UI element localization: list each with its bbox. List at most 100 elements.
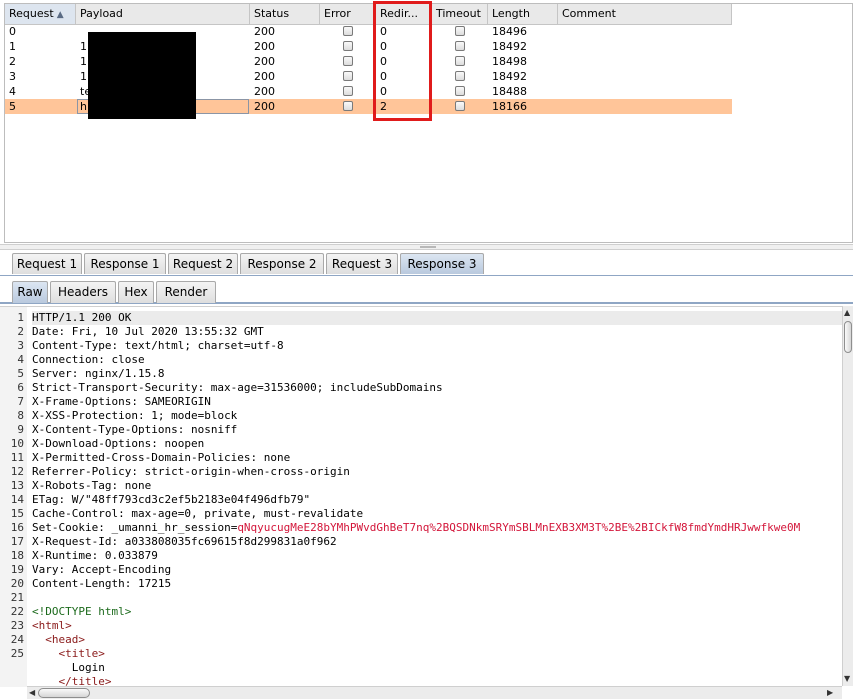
tab-label: Response 3 [407, 257, 477, 271]
tab-raw[interactable]: Raw [12, 281, 48, 303]
html-tag: <title> [32, 647, 105, 660]
tab-label: Request 3 [331, 257, 393, 271]
column-label: Request [9, 7, 54, 20]
column-label: Comment [562, 7, 616, 20]
column-header-payload[interactable]: Payload [76, 4, 250, 24]
redirection-column-highlight [373, 1, 432, 121]
timeout-checkbox[interactable] [455, 71, 465, 81]
column-label: Error [324, 7, 351, 20]
tab-render[interactable]: Render [156, 281, 216, 303]
line-number: 19 [10, 563, 24, 576]
column-header-comment[interactable]: Comment [558, 4, 732, 24]
line-number: 24 [10, 633, 24, 646]
results-table: Request ▲ Payload Status Error Redir... T… [4, 1, 853, 243]
header-value: none [118, 479, 152, 492]
line-text: Strict-Transport-Security: max-age=31536… [32, 381, 443, 395]
line-text: X-Frame-Options: SAMEORIGIN [32, 395, 211, 409]
line-number: 3 [17, 339, 24, 352]
header-value: Login [32, 661, 105, 674]
pane-splitter[interactable] [0, 244, 853, 250]
message-tab-bar: Request 1 Response 1 Request 2 Response … [0, 253, 853, 276]
timeout-checkbox[interactable] [455, 56, 465, 66]
header-name: Content-Length: [32, 577, 132, 590]
line-number: 1 [17, 311, 24, 324]
header-name: X-Runtime: [32, 549, 99, 562]
header-value: max-age=0, private, must-revalidate [124, 507, 364, 520]
header-name: Strict-Transport-Security: [32, 381, 205, 394]
timeout-checkbox[interactable] [455, 101, 465, 111]
tab-request-3[interactable]: Request 3 [326, 253, 398, 274]
tab-headers[interactable]: Headers [50, 281, 116, 303]
column-header-error[interactable]: Error [320, 4, 376, 24]
vertical-scrollbar[interactable]: ▲ ▼ [842, 306, 853, 686]
cell-request: 4 [9, 85, 16, 98]
cell-status: 200 [254, 40, 275, 53]
header-name: ETag: [32, 493, 66, 506]
line-text: X-Permitted-Cross-Domain-Policies: none [32, 451, 290, 465]
cell-request: 0 [9, 25, 16, 38]
scroll-down-arrow-icon[interactable]: ▼ [844, 674, 850, 684]
line-text: Content-Length: 17215 [32, 577, 171, 591]
line-text: HTTP/1.1 200 OK [32, 311, 842, 325]
timeout-checkbox[interactable] [455, 41, 465, 51]
tab-response-2[interactable]: Response 2 [240, 253, 324, 274]
doctype: <!DOCTYPE html> [32, 605, 132, 618]
raw-response-editor[interactable]: 1 HTTP/1.1 200 OK 2 Date: Fri, 10 Jul 2020 … [0, 306, 853, 700]
tab-request-2[interactable]: Request 2 [168, 253, 238, 274]
error-checkbox[interactable] [343, 101, 353, 111]
header-value: W/"48ff793cd3c2ef5b2183e04f496dfb79" [65, 493, 311, 506]
line-text: X-XSS-Protection: 1; mode=block [32, 409, 237, 423]
header-value: none [257, 451, 291, 464]
header-name: HTTP/1.1 200 OK [32, 311, 132, 324]
header-name: Cache-Control: [32, 507, 125, 520]
tab-response-1[interactable]: Response 1 [84, 253, 166, 274]
error-checkbox[interactable] [343, 86, 353, 96]
scroll-left-arrow-icon[interactable]: ◀ [29, 688, 35, 698]
header-name: Date: [32, 325, 66, 338]
header-name: Content-Type: [32, 339, 119, 352]
column-label: Length [492, 7, 530, 20]
header-value: close [104, 353, 145, 366]
header-value: noopen [157, 437, 205, 450]
column-header-status[interactable]: Status [250, 4, 320, 24]
line-number: 23 [10, 619, 24, 632]
scroll-up-arrow-icon[interactable]: ▲ [844, 308, 850, 318]
line-text: Content-Type: text/html; charset=utf-8 [32, 339, 284, 353]
line-text: Cache-Control: max-age=0, private, must-… [32, 507, 363, 521]
tab-label: Request 1 [16, 257, 78, 271]
error-checkbox[interactable] [343, 56, 353, 66]
horizontal-scroll-thumb[interactable] [38, 688, 90, 698]
column-header-length[interactable]: Length [488, 4, 558, 24]
line-text: X-Content-Type-Options: nosniff [32, 423, 237, 437]
tab-response-3[interactable]: Response 3 [400, 253, 484, 274]
sort-ascending-icon: ▲ [56, 10, 64, 20]
error-checkbox[interactable] [343, 71, 353, 81]
line-number: 18 [10, 549, 24, 562]
table-header: Request ▲ Payload Status Error Redir... T… [5, 4, 732, 25]
header-value: text/html; charset=utf-8 [118, 339, 284, 352]
line-text: <!DOCTYPE html> [32, 605, 131, 619]
timeout-checkbox[interactable] [455, 26, 465, 36]
error-checkbox[interactable] [343, 41, 353, 51]
line-number: 4 [17, 353, 24, 366]
line-text: Set-Cookie: _umanni_hr_session=qNqyucugM… [32, 521, 800, 535]
scroll-right-arrow-icon[interactable]: ▶ [827, 688, 833, 698]
error-checkbox[interactable] [343, 26, 353, 36]
line-number: 15 [10, 507, 24, 520]
line-text: Vary: Accept-Encoding [32, 563, 171, 577]
html-tag: <html> [32, 619, 72, 632]
timeout-checkbox[interactable] [455, 86, 465, 96]
tab-request-1[interactable]: Request 1 [12, 253, 82, 274]
line-number: 21 [10, 591, 24, 604]
line-number: 14 [10, 493, 24, 506]
tab-hex[interactable]: Hex [118, 281, 154, 303]
tab-label: Render [164, 285, 208, 299]
vertical-scroll-thumb[interactable] [844, 321, 852, 353]
cell-length: 18496 [492, 25, 527, 38]
column-header-timeout[interactable]: Timeout [432, 4, 488, 24]
column-header-request[interactable]: Request ▲ [5, 4, 76, 24]
header-name: X-Download-Options: [32, 437, 158, 450]
header-name: X-Frame-Options: [32, 395, 138, 408]
cell-length: 18492 [492, 70, 527, 83]
horizontal-scrollbar[interactable]: ◀ ▶ [27, 686, 842, 699]
